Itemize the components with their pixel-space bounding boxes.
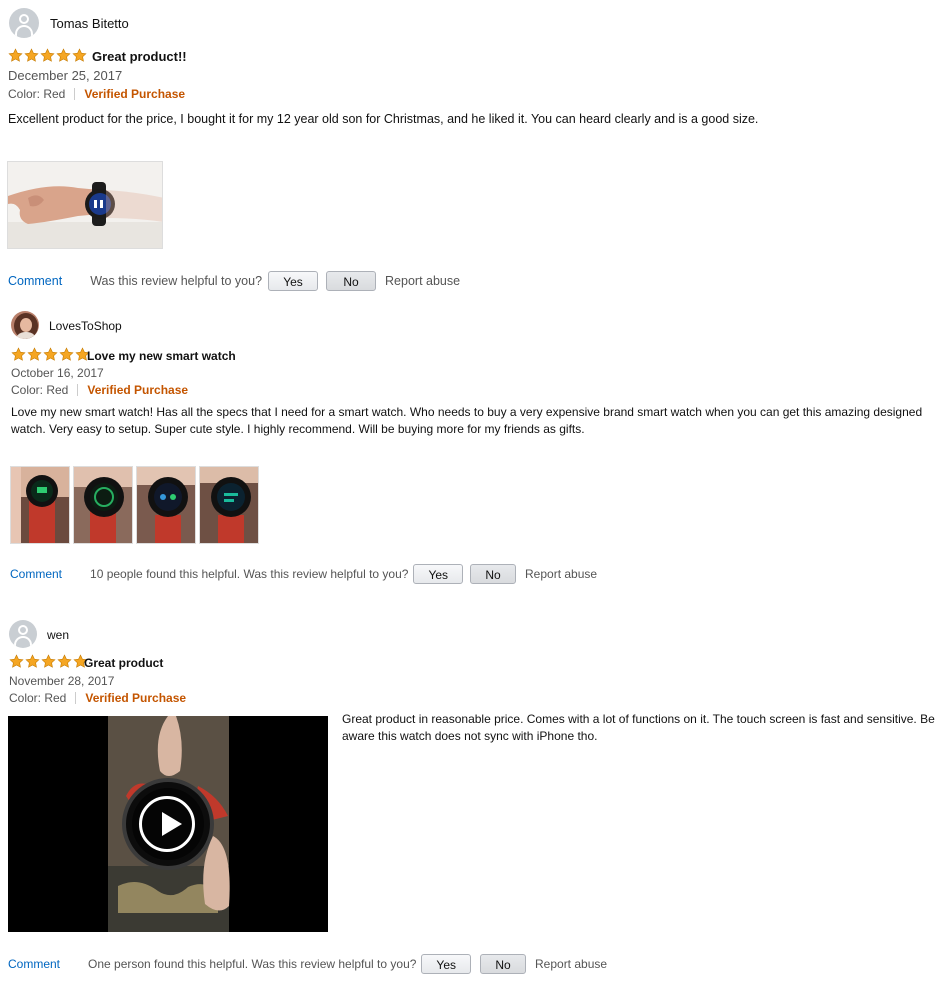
verified-purchase-badge: Verified Purchase xyxy=(85,691,187,705)
watch-on-wrist-photo xyxy=(74,467,132,543)
color-variant[interactable]: Color: Red xyxy=(9,691,66,705)
report-abuse-link[interactable]: Report abuse xyxy=(535,957,607,971)
divider xyxy=(74,88,76,100)
divider xyxy=(77,384,79,396)
helpful-no-button[interactable]: No xyxy=(470,564,517,584)
star-icon xyxy=(43,347,58,361)
comment-link[interactable]: Comment xyxy=(8,957,60,971)
helpful-yes-button[interactable]: Yes xyxy=(421,954,471,974)
default-avatar-icon[interactable] xyxy=(9,620,37,648)
divider xyxy=(75,692,77,704)
reviewer-name[interactable]: wen xyxy=(47,628,69,642)
review-title[interactable]: Great product xyxy=(84,656,163,670)
helpful-prompt: Was this review helpful to you? xyxy=(90,274,263,288)
review-video[interactable] xyxy=(8,716,328,932)
review-image[interactable] xyxy=(10,466,70,544)
verified-purchase-badge: Verified Purchase xyxy=(87,383,189,397)
review-meta: Color: Red Verified Purchase xyxy=(8,87,185,101)
review-body: Great product in reasonable price. Comes… xyxy=(342,712,935,743)
review-title[interactable]: Great product!! xyxy=(92,49,187,64)
review-date: October 16, 2017 xyxy=(11,366,104,380)
star-icon xyxy=(57,654,72,668)
star-icon xyxy=(40,48,55,62)
star-icon xyxy=(41,654,56,668)
comment-link[interactable]: Comment xyxy=(10,567,62,581)
review-footer: Comment Was this review helpful to you? … xyxy=(8,271,460,291)
watch-on-wrist-photo xyxy=(11,467,69,543)
review-body: Love my new smart watch! Has all the spe… xyxy=(11,405,923,436)
star-icon xyxy=(8,48,23,62)
helpful-yes-button[interactable]: Yes xyxy=(413,564,464,584)
review-footer: Comment One person found this helpful. W… xyxy=(8,954,607,974)
comment-link[interactable]: Comment xyxy=(8,274,62,288)
review-meta: Color: Red Verified Purchase xyxy=(11,383,188,397)
color-variant[interactable]: Color: Red xyxy=(8,87,65,101)
review-body: Excellent product for the price, I bough… xyxy=(8,112,759,126)
watch-on-wrist-photo xyxy=(200,467,258,543)
star-icon xyxy=(9,654,24,668)
reviewer-name[interactable]: LovesToShop xyxy=(49,319,122,333)
helpful-no-button[interactable]: No xyxy=(480,954,526,974)
helpful-prompt: 10 people found this helpful. Was this r… xyxy=(90,567,409,581)
star-icon xyxy=(27,347,42,361)
review-image[interactable] xyxy=(199,466,259,544)
review-image[interactable] xyxy=(7,161,163,249)
report-abuse-link[interactable]: Report abuse xyxy=(385,274,460,288)
star-icon xyxy=(11,347,26,361)
star-icon xyxy=(24,48,39,62)
star-icon xyxy=(72,48,87,62)
review-date: December 25, 2017 xyxy=(8,68,123,83)
star-icon xyxy=(25,654,40,668)
star-rating[interactable] xyxy=(8,48,87,63)
verified-purchase-badge: Verified Purchase xyxy=(84,87,186,101)
review-title[interactable]: Love my new smart watch xyxy=(87,349,236,363)
helpful-yes-button[interactable]: Yes xyxy=(268,271,319,291)
review-date: November 28, 2017 xyxy=(9,674,115,688)
profile-photo-avatar[interactable] xyxy=(11,311,39,339)
star-rating[interactable] xyxy=(9,654,88,669)
report-abuse-link[interactable]: Report abuse xyxy=(525,567,597,581)
review-image[interactable] xyxy=(136,466,196,544)
star-icon xyxy=(59,347,74,361)
play-icon[interactable] xyxy=(139,796,195,852)
helpful-prompt: One person found this helpful. Was this … xyxy=(88,957,417,971)
review-footer: Comment 10 people found this helpful. Wa… xyxy=(10,564,597,584)
helpful-no-button[interactable]: No xyxy=(326,271,377,291)
wrist-watch-photo xyxy=(8,162,162,248)
star-rating[interactable] xyxy=(11,347,90,362)
color-variant[interactable]: Color: Red xyxy=(11,383,68,397)
reviewer-name[interactable]: Tomas Bitetto xyxy=(50,16,129,31)
star-icon xyxy=(56,48,71,62)
review-image[interactable] xyxy=(73,466,133,544)
watch-on-wrist-photo xyxy=(137,467,195,543)
default-avatar-icon[interactable] xyxy=(9,8,39,38)
review-meta: Color: Red Verified Purchase xyxy=(9,691,186,705)
